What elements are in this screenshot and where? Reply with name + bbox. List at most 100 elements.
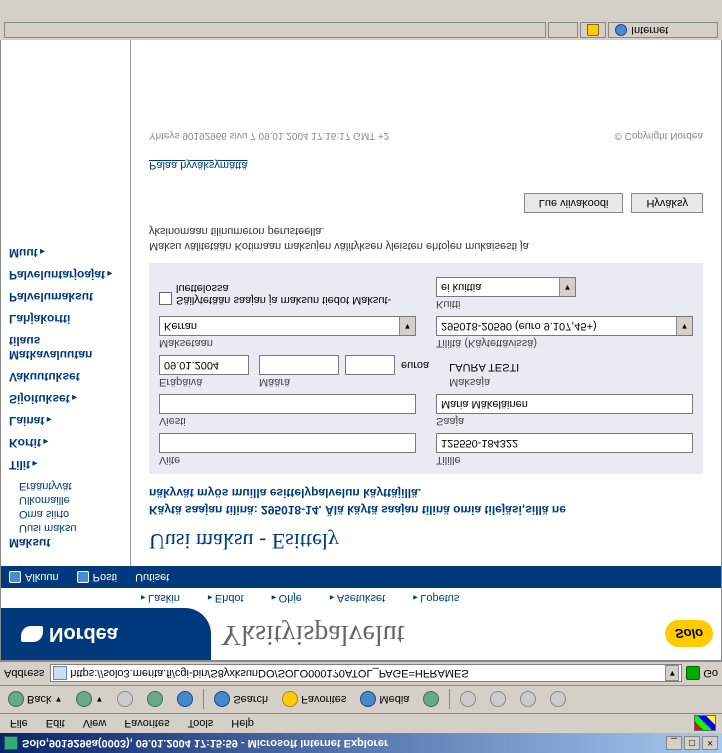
nav-alkuun[interactable]: Alkuun xyxy=(9,571,59,583)
address-input[interactable]: https://solo3.merita.fi/cgi-bin/S8yxksun… xyxy=(50,665,682,683)
nordea-text: Nordea xyxy=(49,623,118,646)
stop-icon xyxy=(117,692,133,708)
print-icon xyxy=(490,692,506,708)
approve-button[interactable]: Hyväksy xyxy=(631,193,703,213)
currency-label: euroa xyxy=(401,359,429,371)
nav-uutiset[interactable]: Uutiset xyxy=(135,571,169,583)
nav-posti[interactable]: Posti xyxy=(77,571,117,583)
go-icon xyxy=(686,667,700,681)
search-icon xyxy=(214,692,230,708)
select-tililta[interactable]: 295018-20590 (euro 9.107,45+) ▼ xyxy=(436,316,693,336)
status-pane xyxy=(4,23,546,39)
separator xyxy=(449,690,450,710)
link-laskin[interactable]: Laskin xyxy=(141,592,180,604)
sidebar-kortit[interactable]: Kortit xyxy=(9,436,122,450)
label-kuitti: Kuitti xyxy=(436,298,693,310)
nav-alkuun-label: Alkuun xyxy=(25,571,59,583)
sidebar-palvelumaksut[interactable]: Palvelumaksut xyxy=(9,290,122,304)
link-ohje[interactable]: Ohje xyxy=(272,592,302,604)
go-label: Go xyxy=(703,668,718,680)
sidebar-lainat[interactable]: Lainat xyxy=(9,414,122,428)
sidebar-uusi-maksu[interactable]: Uusi maksu xyxy=(19,522,122,534)
sidebar-muut[interactable]: Muut xyxy=(9,246,122,260)
history-button[interactable] xyxy=(419,690,443,710)
maximize-button[interactable]: □ xyxy=(684,736,700,750)
link-asetukset[interactable]: Asetukset xyxy=(330,592,385,604)
input-viesti[interactable] xyxy=(159,394,416,414)
window-titlebar: Solo,9019296a(0003), 09.01.2004 17:15:59… xyxy=(0,733,722,753)
separator xyxy=(203,690,204,710)
chevron-down-icon: ▼ xyxy=(399,317,415,335)
sidebar-eraantyvat[interactable]: Erääntyvät xyxy=(19,480,122,492)
input-erapaiva[interactable] xyxy=(159,355,249,375)
address-dropdown[interactable]: ▼ xyxy=(665,666,679,682)
menu-favorites[interactable]: Favorites xyxy=(120,717,173,731)
sidebar-vakuutukset[interactable]: Vakuutukset xyxy=(9,370,122,384)
label-viite: Viite xyxy=(159,454,416,466)
sidebar-ulkomaille[interactable]: Ulkomaille xyxy=(19,494,122,506)
input-tilille[interactable] xyxy=(436,433,693,453)
label-erapaiva: Eräpäivä xyxy=(159,376,249,388)
account-note: Käytä saajan tilinä: 295018-14. Älä käyt… xyxy=(149,484,703,518)
menu-help[interactable]: Help xyxy=(227,717,258,731)
edit-button[interactable] xyxy=(516,690,540,710)
select-maksetaan[interactable]: Kerran ▼ xyxy=(159,316,416,336)
menu-edit[interactable]: Edit xyxy=(42,717,69,731)
forward-button[interactable]: ▼ xyxy=(72,690,107,710)
select-kuitti[interactable]: ei kuittia ▼ xyxy=(436,277,576,297)
input-maara[interactable] xyxy=(259,355,339,375)
close-button[interactable]: × xyxy=(702,736,718,750)
home-button[interactable] xyxy=(173,690,197,710)
sidebar-sijoitukset[interactable]: Sijoitukset xyxy=(9,392,122,406)
discuss-button[interactable] xyxy=(546,690,570,710)
menu-file[interactable]: File xyxy=(6,717,32,731)
chevron-down-icon: ▼ xyxy=(559,278,575,296)
home-small-icon xyxy=(9,571,21,583)
status-zone: Internet xyxy=(608,23,718,39)
print-button[interactable] xyxy=(486,690,510,710)
input-saaja[interactable] xyxy=(436,394,693,414)
sidebar-tilit[interactable]: Tilit xyxy=(9,458,122,472)
input-maara-cents[interactable] xyxy=(345,355,395,375)
menu-tools[interactable]: Tools xyxy=(184,717,218,731)
media-icon xyxy=(360,692,376,708)
page-footer: Yhteys 90192966 sivu 7 09.01.2004 17:16:… xyxy=(149,130,703,141)
top-links: Laskin Ehdot Ohje Asetukset Lopetus xyxy=(1,588,721,608)
back-button[interactable]: Back▼ xyxy=(4,690,66,710)
globe-icon xyxy=(615,25,627,37)
nordea-logo: Nordea xyxy=(1,608,211,660)
page-heading: Uusi maksu - Esittely xyxy=(149,528,703,554)
sidebar-lahjakortti[interactable]: Lahjakortti xyxy=(9,312,122,326)
solo-badge: Solo xyxy=(665,621,713,648)
minimize-button[interactable]: _ xyxy=(666,736,682,750)
mail-button[interactable] xyxy=(456,690,480,710)
refresh-button[interactable] xyxy=(143,690,167,710)
sidebar-matkavaluutta[interactable]: Matkavaluutan tilaus xyxy=(9,334,122,362)
main-panel: Uusi maksu - Esittely Käytä saajan tilin… xyxy=(131,40,721,566)
go-button[interactable]: Go xyxy=(686,667,718,681)
checkbox-label: Säilytetään saajan ja maksun tiedot Maks… xyxy=(176,282,416,306)
back-without-approval-link[interactable]: Palaa hyväksymättä xyxy=(149,159,247,171)
read-barcode-button[interactable]: Lue viivakoodi xyxy=(524,193,624,213)
link-ehdot[interactable]: Ehdot xyxy=(208,592,244,604)
nordea-mark-icon xyxy=(21,626,43,642)
sidebar-maksut[interactable]: Maksut xyxy=(9,536,122,550)
input-viite[interactable] xyxy=(159,433,416,453)
checkbox-save-payee[interactable]: Säilytetään saajan ja maksun tiedot Maks… xyxy=(159,282,416,306)
payment-form: Viite Tilille Viesti Saaja xyxy=(149,263,703,474)
star-icon xyxy=(282,692,298,708)
page-icon xyxy=(53,667,67,681)
select-maksetaan-value: Kerran xyxy=(160,320,399,332)
sidebar-palveluntarjoajat[interactable]: Palveluntarjoajat xyxy=(9,268,122,282)
stop-button[interactable] xyxy=(113,690,137,710)
label-maksetaan: Maksetaan xyxy=(159,337,416,349)
link-lopetus[interactable]: Lopetus xyxy=(413,592,459,604)
sidebar-oma-siirto[interactable]: Oma siirto xyxy=(19,508,122,520)
label-tililta: Tililtä (Käytettävissä) xyxy=(436,337,693,349)
search-button[interactable]: Search xyxy=(210,690,272,710)
favorites-button[interactable]: Favorites xyxy=(278,690,350,710)
media-button[interactable]: Media xyxy=(356,690,413,710)
mail-small-icon xyxy=(77,571,89,583)
brand-bar: Nordea Yksityispalvelut Solo xyxy=(1,608,721,660)
menu-view[interactable]: View xyxy=(79,717,111,731)
